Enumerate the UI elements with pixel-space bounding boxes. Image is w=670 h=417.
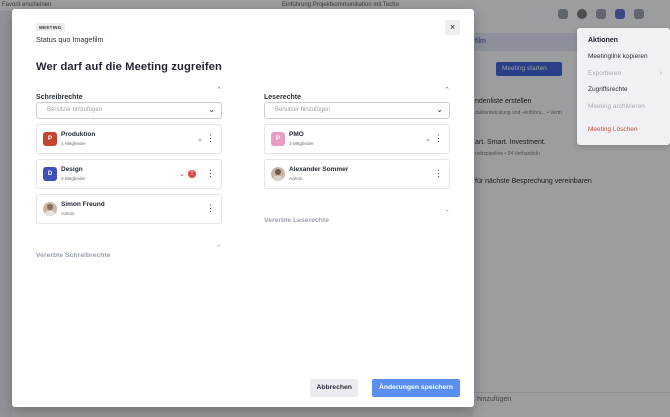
entry-meta: 4 Mitglieder [61, 177, 86, 182]
read-user-select[interactable]: Benutzer hinzufügen ⌄ [264, 102, 450, 119]
menu-item-export: Exportieren [588, 70, 622, 77]
inherited-write-label: Vererbte Schreibrechte [36, 252, 111, 259]
chevron-down-icon[interactable]: ⌄ [425, 135, 431, 143]
cancel-button[interactable]: Abbrechen [310, 379, 358, 397]
chevron-down-icon: ⌄ [208, 105, 215, 114]
entry-name: Design [61, 166, 83, 173]
chevron-up-icon[interactable]: ⌃ [216, 86, 222, 94]
entry-name: PMO [289, 131, 304, 138]
group-avatar: D [43, 167, 57, 181]
inherited-read-label: Vererbte Leserechte [264, 217, 329, 224]
entry-meta: 3 Mitglieder [289, 142, 314, 147]
entry-meta: 1 Mitglieder [61, 142, 86, 147]
chevron-down-icon: ⌄ [436, 105, 443, 114]
entry-name: Alexander Sommer [289, 166, 349, 173]
more-vertical-icon[interactable]: ⋮ [206, 133, 215, 143]
chevron-right-icon: › [659, 70, 662, 77]
more-vertical-icon[interactable]: ⋮ [206, 168, 215, 178]
entry-name: Produktion [61, 131, 96, 138]
more-vertical-icon[interactable]: ⋮ [434, 133, 443, 143]
actions-menu-title: Aktionen [588, 37, 618, 44]
entry-meta: Admin [289, 177, 303, 182]
entry-meta: Admin [61, 212, 75, 217]
read-entry-alexander-sommer: Alexander Sommer Admin ⋮ [264, 159, 450, 189]
chevron-up-icon[interactable]: ⌃ [444, 209, 450, 217]
menu-item-access-rights[interactable]: Zugriffsrechte [588, 86, 628, 93]
menu-item-archive: Meeting archivieren [588, 103, 645, 110]
warning-icon[interactable]: ! [188, 170, 196, 178]
close-button[interactable]: × [445, 20, 460, 35]
dialog-title: Wer darf auf die Meeting zugreifen [36, 61, 222, 73]
inherited-read-rights[interactable]: Vererbte Leserechte ⌃ [264, 209, 450, 224]
group-avatar: P [43, 132, 57, 146]
write-rights-header[interactable]: Schreibrechte ⌃ [36, 86, 222, 101]
inherited-write-rights[interactable]: Vererbte Schreibrechte ⌃ [36, 244, 222, 259]
chevron-down-icon[interactable]: ⌄ [179, 170, 185, 178]
write-user-placeholder: Benutzer hinzufügen [47, 107, 103, 113]
write-rights-heading: Schreibrechte [36, 94, 83, 101]
user-avatar [43, 202, 57, 216]
meeting-badge: MEETING [36, 23, 65, 31]
actions-menu: Aktionen Meetinglink kopieren Exportiere… [577, 28, 670, 145]
dialog-footer: Abbrechen Änderungen speichern [310, 379, 460, 397]
chevron-up-icon[interactable]: ⌃ [216, 244, 222, 252]
menu-item-delete[interactable]: Meeting Löschen [588, 126, 638, 133]
write-rights-section: Schreibrechte ⌃ Benutzer hinzufügen ⌄ P … [36, 86, 222, 259]
more-vertical-icon[interactable]: ⋮ [206, 203, 215, 213]
close-icon: × [449, 22, 456, 32]
user-avatar [271, 167, 285, 181]
chevron-down-icon[interactable]: ⌄ [197, 135, 203, 143]
read-user-placeholder: Benutzer hinzufügen [275, 107, 331, 113]
read-rights-heading: Leserechte [264, 94, 301, 101]
read-rights-section: Leserechte ⌃ Benutzer hinzufügen ⌄ P PMO… [264, 86, 450, 224]
chevron-up-icon[interactable]: ⌃ [444, 86, 450, 94]
read-entry-pmo: P PMO 3 Mitglieder ⌄ ⋮ [264, 124, 450, 154]
write-entry-produktion: P Produktion 1 Mitglieder ⌄ ⋮ [36, 124, 222, 154]
meeting-subtitle: Status quo Imagefilm [36, 35, 104, 44]
write-entry-simon-freund: Simon Freund Admin ⋮ [36, 194, 222, 224]
write-user-select[interactable]: Benutzer hinzufügen ⌄ [36, 102, 222, 119]
access-rights-dialog: MEETING Status quo Imagefilm × Wer darf … [12, 9, 474, 407]
entry-name: Simon Freund [61, 201, 105, 208]
menu-item-copy-link[interactable]: Meetinglink kopieren [588, 53, 648, 60]
group-avatar: P [271, 132, 285, 146]
more-vertical-icon[interactable]: ⋮ [434, 168, 443, 178]
write-entry-design: D Design 4 Mitglieder ⌄ ! ⋮ [36, 159, 222, 189]
save-changes-button[interactable]: Änderungen speichern [371, 379, 460, 397]
read-rights-header[interactable]: Leserechte ⌃ [264, 86, 450, 101]
